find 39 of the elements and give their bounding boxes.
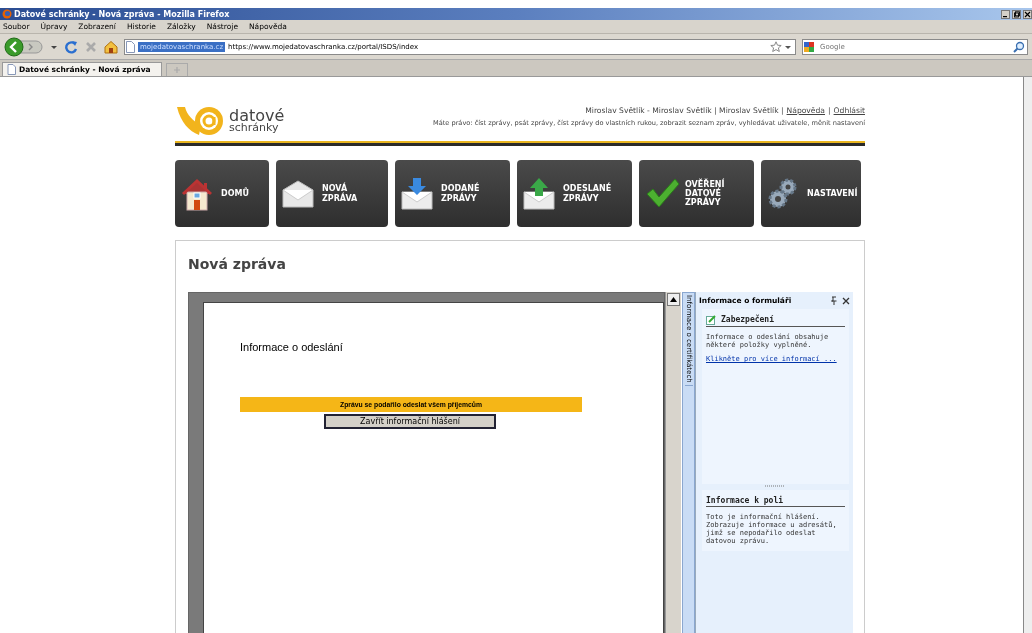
splitter-grip-icon[interactable] xyxy=(764,484,785,488)
section-title: Informace k poli xyxy=(706,496,784,505)
firefox-icon xyxy=(2,9,12,19)
scrollbar[interactable] xyxy=(665,292,681,633)
reload-icon[interactable] xyxy=(64,39,78,54)
page-icon xyxy=(125,40,135,53)
nav-tile[interactable]: NASTAVENÍ xyxy=(761,160,861,227)
nav-tile[interactable]: NOVÁ ZPRÁVA xyxy=(276,160,388,227)
star-icon[interactable] xyxy=(770,40,782,53)
logo-text: datové xyxy=(229,108,285,124)
edit-note-icon xyxy=(706,315,716,325)
close-icon[interactable] xyxy=(842,296,850,305)
nav-tile[interactable]: OVĚŘENÍ DATOVÉ ZPRÁVY xyxy=(639,160,754,227)
scroll-up-button[interactable] xyxy=(667,293,680,306)
dropdown-icon[interactable] xyxy=(785,43,791,50)
document-title: Informace o odeslání xyxy=(240,341,344,353)
search-engine-icon[interactable] xyxy=(803,40,817,53)
nav-tile[interactable]: DODANÉ ZPRÁVY xyxy=(395,160,510,227)
nav-tile[interactable]: ODESLANÉ ZPRÁVY xyxy=(517,160,632,227)
close-icon xyxy=(1024,10,1031,18)
close-button[interactable] xyxy=(1023,9,1032,19)
window-title: Datové schránky - Nová zpráva - Mozilla Firefox xyxy=(14,9,230,19)
pin-icon[interactable] xyxy=(830,296,838,305)
restore-button[interactable] xyxy=(1012,9,1021,19)
envelope-download-icon xyxy=(400,175,436,212)
plus-icon xyxy=(173,66,181,74)
nav-tile[interactable]: DOMŮ xyxy=(175,160,269,227)
restore-icon xyxy=(1013,10,1020,18)
back-forward-drawing[interactable] xyxy=(4,36,44,57)
scrollbar[interactable] xyxy=(1023,77,1032,633)
section-title: Zabezpečení xyxy=(721,315,774,325)
close-message-button[interactable]: Zavřít informační hlášení xyxy=(324,414,496,429)
logo-text: schránky xyxy=(229,123,279,134)
search-icon[interactable] xyxy=(1013,40,1025,53)
minimize-button[interactable] xyxy=(1001,9,1010,19)
home-icon[interactable] xyxy=(104,39,118,54)
up-arrow-icon xyxy=(670,297,677,302)
page-icon xyxy=(7,64,16,75)
page-heading: Nová zpráva xyxy=(188,256,287,272)
